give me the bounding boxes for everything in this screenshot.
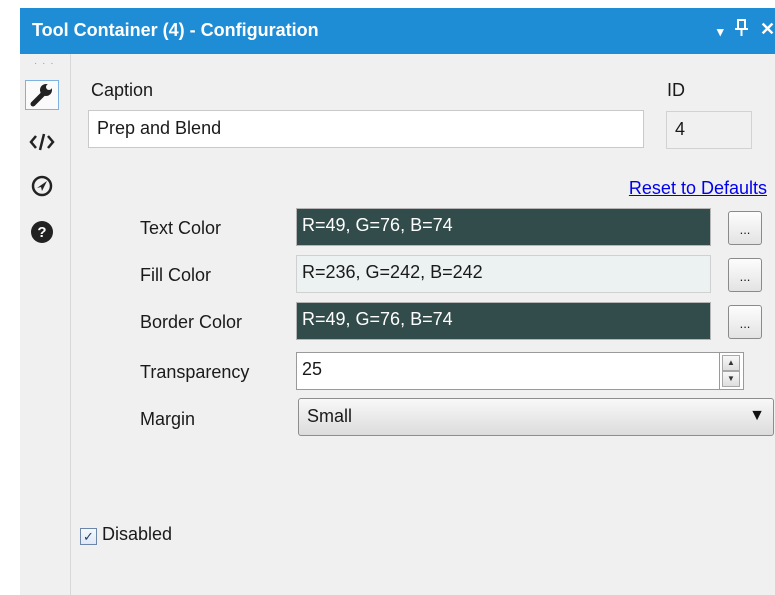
help-icon: ? (31, 221, 53, 243)
disabled-label[interactable]: Disabled (102, 524, 172, 545)
margin-selected-value: Small (307, 406, 353, 426)
window-title: Tool Container (4) - Configuration (32, 20, 319, 40)
transparency-spinner: ▲ ▼ (720, 352, 744, 390)
text-color-label: Text Color (140, 218, 222, 238)
svg-text:?: ? (37, 224, 46, 241)
wrench-icon (30, 84, 52, 107)
target-icon (31, 175, 53, 197)
fill-color-label: Fill Color (140, 265, 212, 285)
sidebar-item-help[interactable]: ? (25, 217, 59, 247)
border-color-picker-button[interactable]: ... (728, 305, 762, 339)
pin-icon-glyph (735, 19, 748, 36)
border-color-label: Border Color (140, 312, 243, 332)
chevron-down-icon: ▼ (749, 407, 765, 424)
sidebar-item-annotation[interactable] (25, 127, 59, 157)
close-icon[interactable]: ✕ (760, 18, 775, 40)
sidebar-item-configuration[interactable] (25, 80, 59, 110)
sidebar-item-layout[interactable] (25, 171, 59, 201)
id-field: 4 (666, 111, 752, 149)
pin-icon[interactable] (734, 18, 750, 43)
window-titlebar: Tool Container (4) - Configuration ▾ ✕ (20, 8, 775, 54)
caption-label: Caption (91, 80, 154, 100)
caption-input[interactable]: Prep and Blend (88, 110, 644, 148)
fill-color-swatch[interactable]: R=236, G=242, B=242 (296, 255, 711, 293)
tool-sidebar: · · · ? (20, 54, 71, 595)
disabled-checkbox[interactable]: ✓ (80, 528, 97, 545)
grip-handle[interactable]: · · · (34, 58, 55, 69)
margin-label: Margin (140, 409, 196, 429)
transparency-input[interactable]: 25 (296, 352, 720, 390)
border-color-swatch[interactable]: R=49, G=76, B=74 (296, 302, 711, 340)
configuration-panel: · · · ? Caption Prep and Blend ID 4 Rese… (20, 54, 775, 595)
id-label: ID (667, 80, 685, 100)
fill-color-picker-button[interactable]: ... (728, 258, 762, 292)
window-menu-dropdown-icon[interactable]: ▾ (717, 21, 724, 43)
transparency-label: Transparency (140, 362, 250, 382)
text-color-swatch[interactable]: R=49, G=76, B=74 (296, 208, 711, 246)
code-icon (29, 133, 55, 151)
text-color-picker-button[interactable]: ... (728, 211, 762, 245)
left-gutter (0, 0, 20, 595)
margin-select[interactable]: Small ▼ (298, 398, 774, 436)
reset-to-defaults-link[interactable]: Reset to Defaults (629, 178, 767, 199)
spinner-down-button[interactable]: ▼ (722, 371, 740, 387)
spinner-up-button[interactable]: ▲ (722, 355, 740, 371)
